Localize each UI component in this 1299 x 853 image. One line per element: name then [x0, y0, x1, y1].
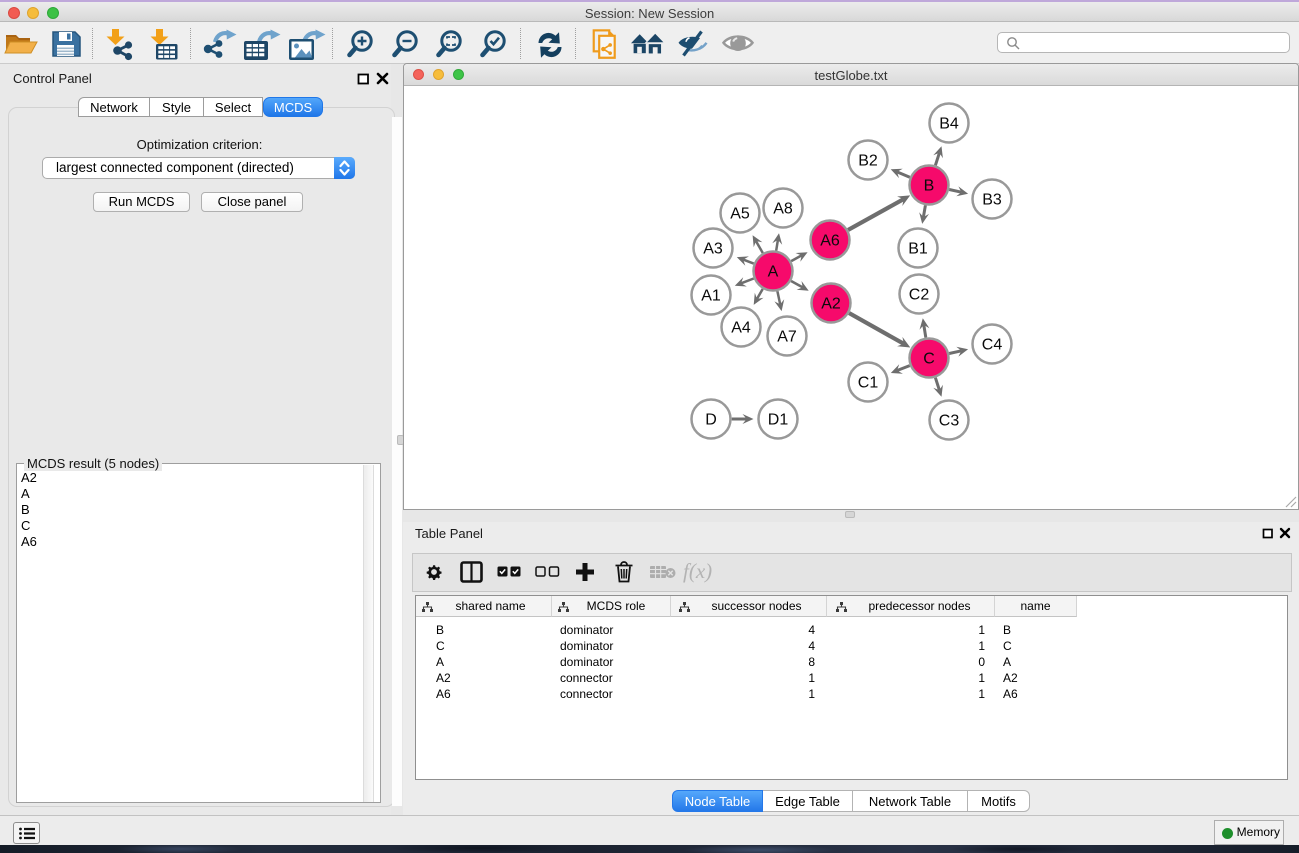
svg-text:C: C — [923, 351, 935, 368]
svg-text:A: A — [768, 264, 779, 281]
svg-text:A6: A6 — [820, 233, 840, 250]
svg-text:A3: A3 — [703, 241, 723, 258]
svg-text:B4: B4 — [939, 116, 959, 133]
svg-text:C1: C1 — [858, 375, 879, 392]
svg-text:C3: C3 — [939, 413, 960, 430]
svg-text:A1: A1 — [701, 288, 721, 305]
svg-text:C4: C4 — [982, 337, 1003, 354]
svg-text:B: B — [924, 178, 935, 195]
svg-text:A5: A5 — [730, 206, 750, 223]
svg-text:D1: D1 — [768, 412, 789, 429]
svg-text:A8: A8 — [773, 201, 793, 218]
svg-text:B2: B2 — [858, 153, 878, 170]
svg-text:A2: A2 — [821, 296, 841, 313]
svg-text:A4: A4 — [731, 320, 751, 337]
svg-text:B1: B1 — [908, 241, 928, 258]
svg-text:A7: A7 — [777, 329, 797, 346]
svg-text:B3: B3 — [982, 192, 1002, 209]
svg-text:D: D — [705, 412, 717, 429]
svg-text:C2: C2 — [909, 287, 930, 304]
